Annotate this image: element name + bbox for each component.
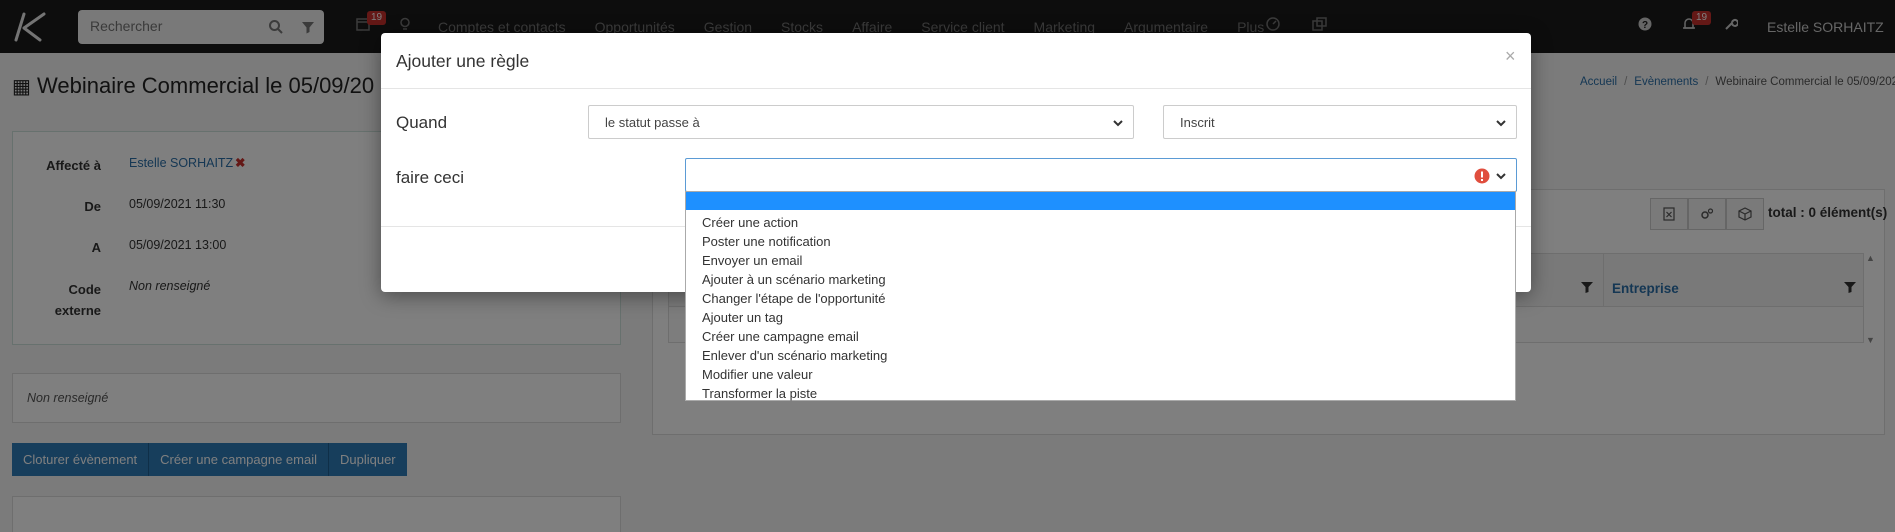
option-modify-value[interactable]: Modifier une valeur bbox=[702, 365, 887, 384]
action-select[interactable] bbox=[685, 158, 1517, 192]
close-icon[interactable]: × bbox=[1505, 46, 1516, 67]
dropdown-highlighted-option[interactable] bbox=[686, 192, 1515, 210]
chevron-down-icon bbox=[1496, 173, 1506, 180]
option-post-notification[interactable]: Poster une notification bbox=[702, 232, 887, 251]
option-remove-from-scenario[interactable]: Enlever d'un scénario marketing bbox=[702, 346, 887, 365]
modal-divider bbox=[381, 88, 1531, 89]
when-value-select[interactable]: Inscrit bbox=[1163, 105, 1517, 139]
action-dropdown: Créer une action Poster une notification… bbox=[685, 191, 1516, 401]
option-add-to-scenario[interactable]: Ajouter à un scénario marketing bbox=[702, 270, 887, 289]
chevron-down-icon bbox=[1496, 120, 1506, 127]
option-add-tag[interactable]: Ajouter un tag bbox=[702, 308, 887, 327]
modal-title: Ajouter une règle bbox=[396, 51, 530, 71]
option-change-stage[interactable]: Changer l'étape de l'opportunité bbox=[702, 289, 887, 308]
option-create-action[interactable]: Créer une action bbox=[702, 213, 887, 232]
when-label: Quand bbox=[396, 113, 448, 132]
dropdown-options: Créer une action Poster une notification… bbox=[702, 213, 887, 403]
do-label: faire ceci bbox=[396, 168, 465, 187]
error-icon bbox=[1474, 168, 1490, 184]
option-create-campaign[interactable]: Créer une campagne email bbox=[702, 327, 887, 346]
when-condition-select[interactable]: le statut passe à bbox=[588, 105, 1134, 139]
option-send-email[interactable]: Envoyer un email bbox=[702, 251, 887, 270]
option-transform-lead[interactable]: Transformer la piste bbox=[702, 384, 887, 403]
chevron-down-icon bbox=[1113, 120, 1123, 127]
